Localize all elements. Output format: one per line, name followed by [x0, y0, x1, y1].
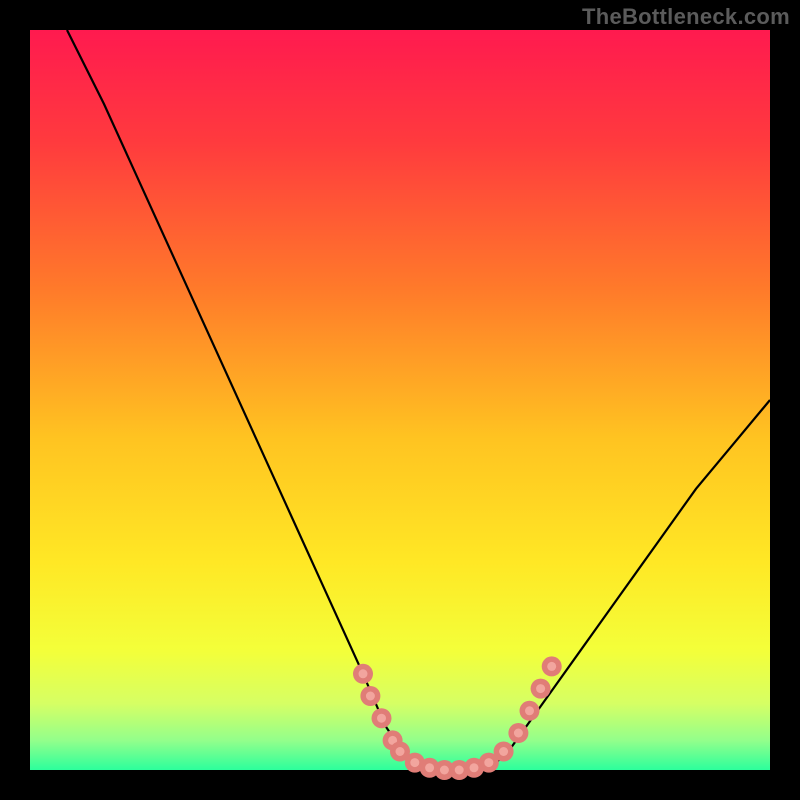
highlight-dot-core	[499, 747, 508, 756]
chart-frame: TheBottleneck.com	[0, 0, 800, 800]
bottleneck-chart	[0, 0, 800, 800]
highlight-dot-core	[484, 758, 493, 767]
highlight-dot-core	[525, 706, 534, 715]
highlight-dot-core	[514, 729, 523, 738]
highlight-dot-core	[396, 747, 405, 756]
plot-background	[30, 30, 770, 770]
highlight-dot-core	[547, 662, 556, 671]
watermark-text: TheBottleneck.com	[582, 4, 790, 30]
highlight-dot-core	[470, 763, 479, 772]
highlight-dot-core	[536, 684, 545, 693]
highlight-dot-core	[377, 714, 386, 723]
highlight-dot-core	[359, 669, 368, 678]
highlight-dot-core	[410, 758, 419, 767]
highlight-dot-core	[425, 763, 434, 772]
highlight-dot-core	[455, 766, 464, 775]
highlight-dot-core	[440, 766, 449, 775]
highlight-dot-core	[366, 692, 375, 701]
